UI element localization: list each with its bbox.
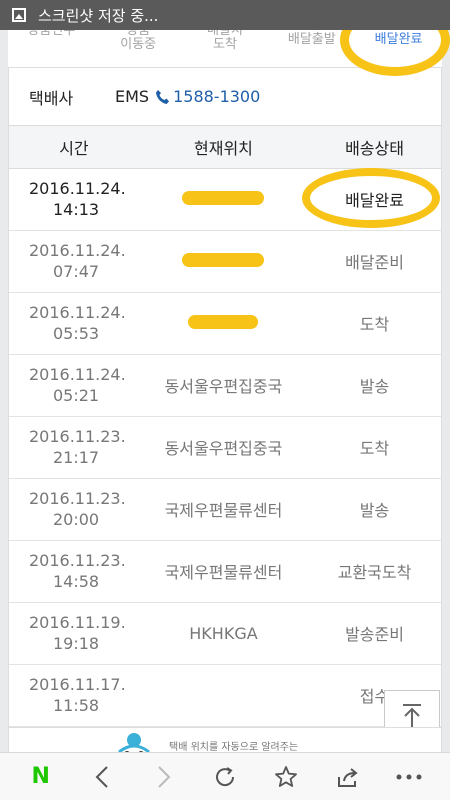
row-location: 국제우편물류센터 — [138, 540, 309, 603]
step-item[interactable]: 상품인수 — [8, 30, 95, 67]
redaction-scribble — [182, 252, 265, 267]
table-row: 2016.11.24. 05:21 동서울우편집중국 발송 — [9, 354, 441, 417]
courier-name: EMS — [115, 87, 150, 106]
browser-toolbar: N — [0, 752, 450, 800]
table-row: 2016.11.24. 05:53 도착 — [9, 292, 441, 355]
table-header-row: 시간 현재위치 배송상태 — [9, 126, 441, 169]
step-label: 배달지 도착 — [207, 30, 243, 52]
row-clock: 19:18 — [53, 634, 100, 653]
row-clock: 05:53 — [53, 324, 100, 343]
row-location — [138, 168, 309, 231]
back-button[interactable] — [82, 757, 122, 797]
row-time: 2016.11.24. 14:13 — [9, 168, 139, 231]
more-dots-icon — [396, 774, 422, 779]
status-notification: 스크린샷 저장 중... — [38, 6, 159, 25]
table-row: 2016.11.23. 20:00 국제우편물류센터 발송 — [9, 478, 441, 541]
row-status: 도착 — [308, 292, 441, 355]
refresh-button[interactable] — [205, 757, 245, 797]
row-date: 2016.11.24. — [29, 241, 126, 260]
row-time: 2016.11.17. 11:58 — [9, 664, 139, 727]
row-time: 2016.11.24. 05:21 — [9, 354, 139, 417]
status-bar: 스크린샷 저장 중... — [0, 0, 450, 30]
row-status: 배달준비 — [308, 230, 441, 293]
row-time: 2016.11.19. 19:18 — [9, 602, 139, 665]
more-menu-button[interactable] — [389, 757, 429, 797]
row-location: HKHKGA — [138, 602, 309, 665]
highlight-circle — [302, 168, 440, 228]
table-row: 2016.11.17. 11:58 접수 — [9, 664, 441, 727]
header-time: 시간 — [9, 126, 139, 169]
row-clock: 05:21 — [53, 386, 100, 405]
row-status: 교환국도착 — [308, 540, 441, 603]
arrow-up-icon — [403, 704, 421, 727]
row-time: 2016.11.24. 07:47 — [9, 230, 139, 293]
row-location: 국제우편물류센터 — [138, 478, 309, 541]
table-row: 2016.11.23. 21:17 동서울우편집중국 도착 — [9, 416, 441, 479]
phone-icon — [156, 89, 170, 104]
promo-banner[interactable]: 택배 위치를 자동으로 알려주는 — [8, 727, 442, 753]
screenshot-icon — [12, 8, 26, 22]
header-status: 배송상태 — [308, 126, 441, 169]
header-location: 현재위치 — [138, 126, 309, 169]
table-row: 2016.11.24. 07:47 배달준비 — [9, 230, 441, 293]
forward-button[interactable] — [144, 757, 184, 797]
chevron-right-icon — [157, 765, 170, 788]
table-row: 2016.11.23. 14:58 국제우편물류센터 교환국도착 — [9, 540, 441, 603]
row-location — [138, 664, 309, 727]
row-time: 2016.11.23. 14:58 — [9, 540, 139, 603]
row-date: 2016.11.23. — [29, 427, 126, 446]
row-date: 2016.11.24. — [29, 303, 126, 322]
courier-phone-link[interactable]: 1588-1300 — [155, 87, 260, 106]
row-date: 2016.11.23. — [29, 489, 126, 508]
courier-label: 택배사 — [29, 88, 74, 108]
row-clock: 20:00 — [53, 510, 100, 529]
refresh-icon — [215, 766, 234, 786]
row-location: 동서울우편집중국 — [138, 354, 309, 417]
row-time: 2016.11.23. 20:00 — [9, 478, 139, 541]
row-status: 발송준비 — [308, 602, 441, 665]
banner-graphic-icon — [118, 733, 150, 752]
row-clock: 07:47 — [53, 262, 100, 281]
row-status: 발송 — [308, 354, 441, 417]
row-date: 2016.11.24. — [29, 179, 126, 198]
row-location: 동서울우편집중국 — [138, 416, 309, 479]
redaction-scribble — [188, 314, 259, 329]
courier-row: 택배사 EMS 1588-1300 — [9, 68, 441, 126]
redaction-scribble — [182, 190, 265, 205]
courier-phone: 1588-1300 — [173, 87, 261, 106]
share-icon — [337, 767, 358, 787]
row-clock: 21:17 — [53, 448, 100, 467]
star-icon — [275, 765, 298, 787]
row-date: 2016.11.23. — [29, 551, 126, 570]
chevron-left-icon — [95, 765, 108, 788]
row-clock: 14:58 — [53, 572, 100, 591]
step-label: 상품 이동중 — [120, 30, 157, 52]
row-time: 2016.11.23. 21:17 — [9, 416, 139, 479]
step-item[interactable]: 상품 이동중 — [95, 30, 182, 67]
naver-logo-icon: N — [31, 764, 50, 789]
row-date: 2016.11.19. — [29, 613, 126, 632]
share-button[interactable] — [328, 757, 368, 797]
tracking-card: 택배사 EMS 1588-1300 시간 현재위치 배송상태 2016.11.2… — [8, 68, 442, 727]
step-label: 상품인수 — [27, 30, 76, 38]
row-status: 발송 — [308, 478, 441, 541]
row-location — [138, 230, 309, 293]
row-location — [138, 292, 309, 355]
naver-home-button[interactable]: N — [21, 757, 61, 797]
table-row: 2016.11.19. 19:18 HKHKGA 발송준비 — [9, 602, 441, 665]
row-clock: 14:13 — [53, 200, 100, 219]
row-date: 2016.11.17. — [29, 675, 126, 694]
row-clock: 11:58 — [53, 696, 100, 715]
row-date: 2016.11.24. — [29, 365, 126, 384]
row-status: 도착 — [308, 416, 441, 479]
step-item[interactable]: 배달지 도착 — [182, 30, 269, 67]
bookmark-button[interactable] — [266, 757, 306, 797]
row-time: 2016.11.24. 05:53 — [9, 292, 139, 355]
